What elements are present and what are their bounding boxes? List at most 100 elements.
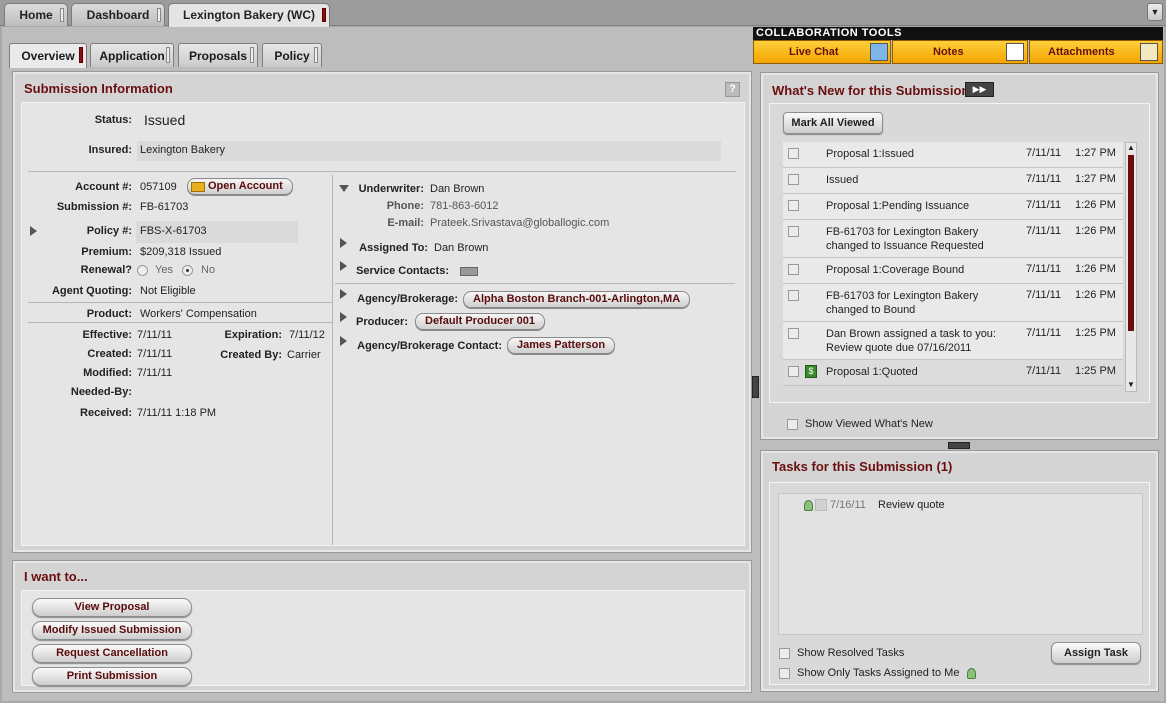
- item-date: 7/11/11: [1026, 173, 1062, 185]
- item-date: 7/11/11: [1026, 225, 1062, 237]
- scrollbar-thumb[interactable]: [1128, 155, 1134, 331]
- expiration-label: Expiration:: [224, 329, 282, 341]
- horizontal-splitter-handle[interactable]: [948, 442, 970, 449]
- chat-icon: [870, 43, 888, 61]
- list-item[interactable]: Proposal 1:Coverage Bound 7/11/11 1:26 P…: [783, 258, 1123, 284]
- effective-value: 7/11/11: [137, 329, 173, 341]
- notes-label: Notes: [933, 46, 964, 58]
- live-chat-button[interactable]: Live Chat: [753, 40, 891, 64]
- show-mine-checkbox[interactable]: [779, 668, 790, 679]
- item-text: Issued: [826, 174, 859, 186]
- show-viewed-label: Show Viewed What's New: [805, 418, 933, 430]
- row-checkbox[interactable]: [788, 290, 799, 301]
- agent-quoting-value: Not Eligible: [140, 285, 196, 297]
- task-text: Review quote: [878, 499, 945, 511]
- insured-label: Insured:: [88, 144, 132, 156]
- tabs-dropdown-button[interactable]: ▼: [1147, 3, 1163, 21]
- item-text: Proposal 1:Pending Issuance: [826, 200, 970, 212]
- i-want-to-title: I want to...: [24, 569, 88, 584]
- item-time: 1:27 PM: [1075, 147, 1116, 159]
- note-icon: [1006, 43, 1024, 61]
- row-checkbox[interactable]: [788, 148, 799, 159]
- email-value[interactable]: Prateek.Srivastava@globallogic.com: [430, 217, 609, 229]
- whats-new-title: What's New for this Submission: [772, 83, 970, 98]
- mark-all-viewed-button[interactable]: Mark All Viewed: [783, 112, 883, 134]
- scroll-up-arrow[interactable]: ▲: [1126, 143, 1136, 154]
- contact-card-icon[interactable]: [460, 267, 478, 276]
- row-checkbox[interactable]: [788, 226, 799, 237]
- agency-brokerage-contact-link[interactable]: James Patterson: [507, 337, 616, 354]
- product-label: Product:: [86, 308, 132, 320]
- task-row[interactable]: 7/16/11 Review quote: [779, 494, 1142, 516]
- submission-information-title: Submission Information: [24, 81, 173, 96]
- status-label: Status:: [94, 114, 132, 126]
- modify-issued-submission-button[interactable]: Modify Issued Submission: [32, 621, 192, 640]
- open-account-button[interactable]: Open Account: [187, 178, 293, 195]
- renewal-yes-radio[interactable]: [137, 265, 148, 276]
- list-item[interactable]: FB-61703 for Lexington Bakery changed to…: [783, 284, 1123, 322]
- list-item[interactable]: Proposal 1:Pending Issuance 7/11/11 1:26…: [783, 194, 1123, 220]
- request-cancellation-button[interactable]: Request Cancellation: [32, 644, 192, 663]
- tab-dashboard[interactable]: Dashboard: [71, 3, 165, 26]
- tab-home[interactable]: Home: [4, 3, 68, 26]
- tab-application[interactable]: Application: [90, 43, 174, 67]
- notes-button[interactable]: Notes: [892, 40, 1028, 64]
- status-value: Issued: [144, 112, 186, 128]
- tab-lexington-bakery[interactable]: Lexington Bakery (WC): [168, 3, 330, 27]
- folder-icon: [191, 182, 205, 192]
- dollar-icon: $: [805, 365, 817, 378]
- agency-brokerage-label: Agency/Brokerage:: [357, 293, 458, 305]
- modified-value: 7/11/11: [137, 367, 173, 379]
- attachments-button[interactable]: Attachments: [1029, 40, 1163, 64]
- tab-overview[interactable]: Overview: [9, 43, 87, 68]
- help-icon[interactable]: ?: [725, 82, 740, 97]
- tab-proposals[interactable]: Proposals: [178, 43, 258, 67]
- whats-new-scrollbar[interactable]: ▲ ▼: [1125, 142, 1137, 392]
- received-value: 7/11/11 1:18 PM: [137, 407, 217, 419]
- submission-details: Status: Issued Insured: Lexington Bakery…: [21, 102, 745, 546]
- row-checkbox[interactable]: [788, 200, 799, 211]
- account-label: Account #:: [75, 181, 132, 193]
- assign-task-button[interactable]: Assign Task: [1051, 642, 1141, 664]
- scroll-down-arrow[interactable]: ▼: [1126, 380, 1136, 391]
- row-checkbox[interactable]: [788, 174, 799, 185]
- tab-dashboard-label: Dashboard: [86, 8, 150, 22]
- row-checkbox[interactable]: [788, 366, 799, 377]
- show-mine-label: Show Only Tasks Assigned to Me: [797, 667, 960, 679]
- phone-value: 781-863-6012: [430, 200, 499, 212]
- product-value: Workers' Compensation: [140, 308, 257, 320]
- tasks-container: 7/16/11 Review quote Show Resolved Tasks…: [769, 482, 1150, 685]
- list-item[interactable]: FB-61703 for Lexington Bakery changed to…: [783, 220, 1123, 258]
- user-icon: [804, 500, 813, 511]
- show-viewed-checkbox[interactable]: [787, 419, 798, 430]
- item-time: 1:26 PM: [1075, 289, 1116, 301]
- submission-information-panel: Submission Information ? Status: Issued …: [13, 72, 751, 552]
- show-resolved-checkbox[interactable]: [779, 648, 790, 659]
- list-item[interactable]: Proposal 1:Issued 7/11/11 1:27 PM: [783, 142, 1123, 168]
- list-item[interactable]: Issued 7/11/11 1:27 PM: [783, 168, 1123, 194]
- tasks-panel: Tasks for this Submission (1) 7/16/11 Re…: [761, 451, 1158, 691]
- renewal-yes-label: Yes: [155, 264, 173, 276]
- tab-policy[interactable]: Policy: [262, 43, 322, 67]
- received-label: Received:: [80, 407, 132, 419]
- item-time: 1:27 PM: [1075, 173, 1116, 185]
- view-proposal-button[interactable]: View Proposal: [32, 598, 192, 617]
- agency-brokerage-link[interactable]: Alpha Boston Branch-001-Arlington,MA: [463, 291, 691, 308]
- list-item[interactable]: Dan Brown assigned a task to you: Review…: [783, 322, 1123, 360]
- list-item[interactable]: $ Proposal 1:Quoted 7/11/11 1:25 PM: [783, 360, 1123, 386]
- underwriter-label: Underwriter:: [358, 183, 424, 195]
- print-submission-button[interactable]: Print Submission: [32, 667, 192, 686]
- row-checkbox[interactable]: [788, 264, 799, 275]
- producer-link[interactable]: Default Producer 001: [415, 313, 546, 330]
- renewal-label: Renewal?: [80, 264, 132, 276]
- row-checkbox[interactable]: [788, 328, 799, 339]
- item-time: 1:25 PM: [1075, 365, 1116, 377]
- fast-forward-icon[interactable]: ▶▶: [965, 82, 994, 97]
- agent-quoting-label: Agent Quoting:: [51, 285, 132, 297]
- email-label: E-mail:: [387, 217, 424, 229]
- renewal-no-radio[interactable]: [182, 265, 193, 276]
- vertical-splitter-handle[interactable]: [752, 376, 759, 398]
- tab-proposals-label: Proposals: [188, 49, 248, 63]
- service-contacts-label: Service Contacts:: [356, 265, 449, 277]
- assigned-to-value: Dan Brown: [434, 242, 489, 254]
